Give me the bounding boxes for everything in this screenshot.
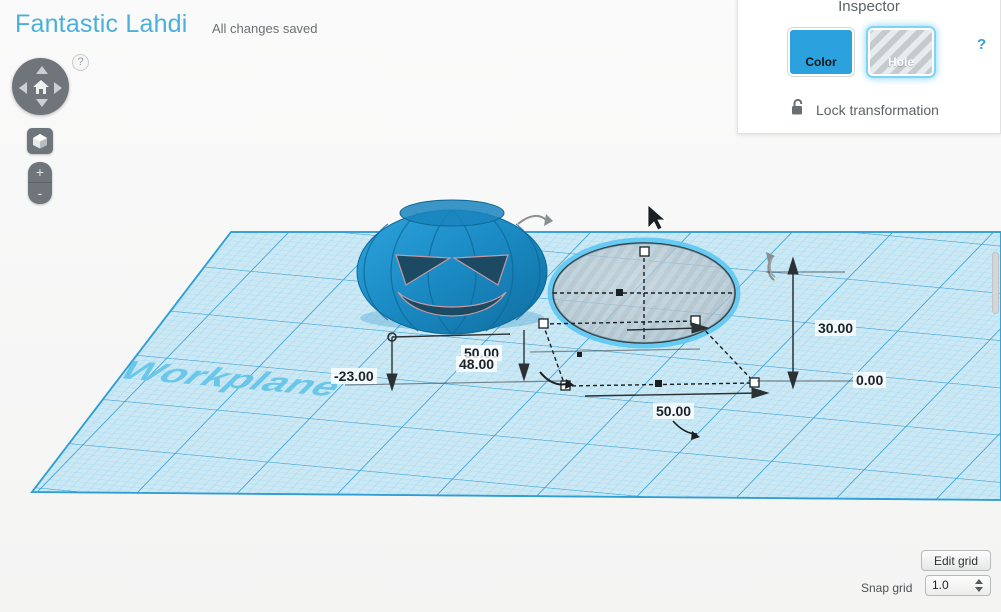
hole-swatch-button[interactable]: Hole	[868, 28, 934, 76]
zoom-out-button[interactable]: -	[28, 183, 52, 204]
snap-grid-value: 1.0	[932, 578, 949, 592]
dimension-depth[interactable]: 48.00	[456, 356, 498, 372]
selection-bbox	[542, 251, 756, 387]
zoom-controls: + -	[28, 162, 52, 204]
hole-swatch-label: Hole	[887, 55, 914, 69]
snap-grid-label: Snap grid	[861, 581, 913, 595]
view-navigation-cluster	[12, 58, 69, 115]
dimension-base-z[interactable]: 0.00	[853, 372, 887, 388]
inspector-panel: Inspector Color Hole Lock transformation	[737, 0, 1001, 134]
lock-transformation-row[interactable]: Lock transformation	[790, 98, 939, 121]
document-title[interactable]: Fantastic Lahdi	[15, 10, 188, 39]
tinkercad-editor: Workplane -23.00 50.00 48.00 30.00 0.00 …	[0, 0, 1001, 612]
vertical-scrollbar[interactable]	[992, 252, 999, 314]
shape-type-swatches: Color Hole	[788, 28, 934, 76]
edit-grid-button[interactable]: Edit grid	[921, 550, 991, 571]
view-down-arrow-icon[interactable]	[36, 99, 48, 107]
view-left-arrow-icon[interactable]	[19, 82, 27, 94]
workplane-grid	[30, 231, 1001, 501]
dimension-offset-x[interactable]: -23.00	[331, 368, 377, 384]
resize-handles	[538, 246, 760, 391]
view-cube-control[interactable]	[12, 58, 69, 115]
unlock-padlock-icon	[790, 98, 806, 121]
stepper-arrows-icon[interactable]	[975, 579, 983, 592]
pumpkin-mouth	[397, 291, 507, 317]
dimension-height[interactable]: 30.00	[815, 320, 857, 336]
mouse-cursor	[647, 204, 667, 231]
lock-transformation-label: Lock transformation	[816, 101, 939, 118]
svg-text:Workplane: Workplane	[114, 355, 347, 401]
inspector-title: Inspector	[838, 0, 900, 15]
zoom-in-button[interactable]: +	[28, 162, 52, 183]
save-status: All changes saved	[212, 21, 318, 36]
color-swatch-button[interactable]: Color	[788, 28, 854, 76]
view-right-arrow-icon[interactable]	[54, 82, 62, 94]
workplane-label: Workplane	[114, 355, 347, 401]
inspector-help-icon[interactable]: ?	[977, 36, 986, 53]
color-swatch-label: Color	[805, 55, 837, 69]
pumpkin-object	[356, 199, 553, 335]
dimension-width-bottom[interactable]: 50.00	[653, 403, 695, 419]
pumpkin-eyes	[395, 254, 509, 286]
dimension-arrows	[344, 256, 860, 399]
snap-grid-select[interactable]: 1.0	[925, 575, 991, 596]
view-help-icon[interactable]: ?	[72, 54, 89, 71]
view-up-arrow-icon[interactable]	[36, 66, 48, 74]
fit-view-box-icon[interactable]	[27, 128, 53, 154]
